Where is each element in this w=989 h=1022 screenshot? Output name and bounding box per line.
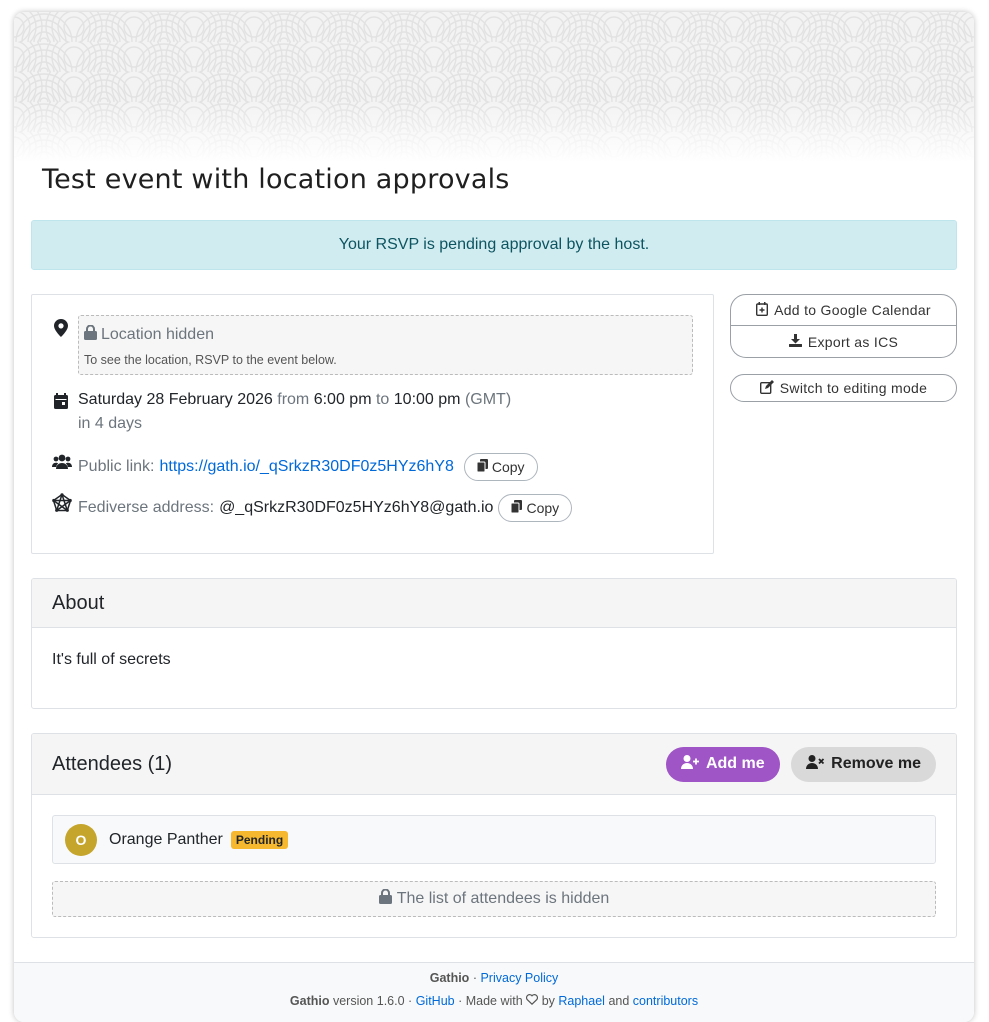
calendar-button-group: Add to Google Calendar Export as ICS — [730, 294, 957, 358]
copy-fediverse-button[interactable]: Copy — [498, 494, 573, 522]
calendar-plus-icon — [756, 301, 769, 319]
location-hidden-note: To see the location, RSVP to the event b… — [84, 353, 337, 367]
attendee-item[interactable]: O Orange Panther Pending — [52, 815, 936, 864]
fediverse-row: Fediverse address: @_qSrkzR30DF0z5HYz6hY… — [78, 494, 573, 522]
public-link-label: Public link: — [78, 458, 155, 475]
header-pattern — [14, 12, 974, 162]
fediverse-icon — [52, 493, 72, 513]
fediverse-address: @_qSrkzR30DF0z5HYz6hY8@gath.io — [219, 499, 494, 516]
about-panel: About It's full of secrets — [31, 578, 957, 709]
map-marker-icon — [54, 319, 74, 339]
about-heading: About — [32, 579, 956, 628]
event-start-time: 6:00 pm — [313, 391, 372, 408]
footer-version: version 1.6.0 — [332, 994, 405, 1008]
footer: Gathio · Privacy Policy Gathio version 1… — [14, 962, 974, 1022]
copy-icon — [476, 459, 488, 475]
github-link[interactable]: GitHub — [416, 994, 455, 1008]
add-me-button[interactable]: Add me — [665, 746, 780, 782]
event-relative-time: in 4 days — [78, 415, 143, 432]
add-to-google-calendar-button[interactable]: Add to Google Calendar — [730, 294, 957, 326]
download-icon — [788, 333, 802, 350]
lock-icon — [84, 324, 97, 345]
event-details: Location hidden To see the location, RSV… — [31, 294, 714, 554]
event-title: Test event with location approvals — [42, 164, 510, 195]
attendees-hidden-note: The list of attendees is hidden — [52, 881, 936, 917]
location-hidden-box: Location hidden To see the location, RSV… — [78, 315, 693, 375]
location-hidden-title: Location hidden — [101, 326, 214, 343]
about-body: It's full of secrets — [52, 651, 171, 668]
calendar-icon — [54, 393, 74, 413]
avatar: O — [65, 823, 97, 856]
copy-public-link-button[interactable]: Copy — [463, 453, 538, 481]
rsvp-pending-alert: Your RSVP is pending approval by the hos… — [31, 220, 957, 270]
edit-icon — [759, 379, 774, 397]
heart-icon — [526, 994, 539, 1008]
attendees-heading: Attendees (1) — [52, 752, 173, 775]
public-link-row: Public link: https://gath.io/_qSrkzR30DF… — [78, 453, 538, 481]
lock-icon — [378, 888, 392, 909]
remove-me-button[interactable]: Remove me — [791, 746, 936, 782]
fediverse-label: Fediverse address: — [78, 499, 215, 516]
user-times-icon — [806, 754, 825, 774]
export-ics-button[interactable]: Export as ICS — [730, 326, 957, 358]
privacy-policy-link[interactable]: Privacy Policy — [480, 971, 558, 985]
attendees-panel: Attendees (1) Add me Remove me O Orange … — [31, 733, 957, 938]
event-timezone: (GMT) — [464, 391, 512, 408]
event-date-text: Saturday 28 February 2026 — [78, 391, 273, 408]
contributors-link[interactable]: contributors — [633, 994, 698, 1008]
status-badge: Pending — [230, 830, 289, 849]
user-plus-icon — [680, 754, 700, 774]
author-link[interactable]: Raphael — [558, 994, 605, 1008]
copy-icon — [510, 500, 523, 516]
footer-brand: Gathio — [429, 971, 470, 985]
attendee-name: Orange Panther — [109, 830, 223, 848]
switch-to-editing-mode-button[interactable]: Switch to editing mode — [730, 374, 957, 402]
event-page: Test event with location approvals Your … — [14, 12, 974, 1022]
event-date: Saturday 28 February 2026 from 6:00 pm t… — [78, 391, 512, 408]
users-icon — [52, 454, 72, 474]
event-end-time: 10:00 pm — [393, 391, 461, 408]
public-link-url[interactable]: https://gath.io/_qSrkzR30DF0z5HYz6hY8 — [159, 458, 453, 476]
